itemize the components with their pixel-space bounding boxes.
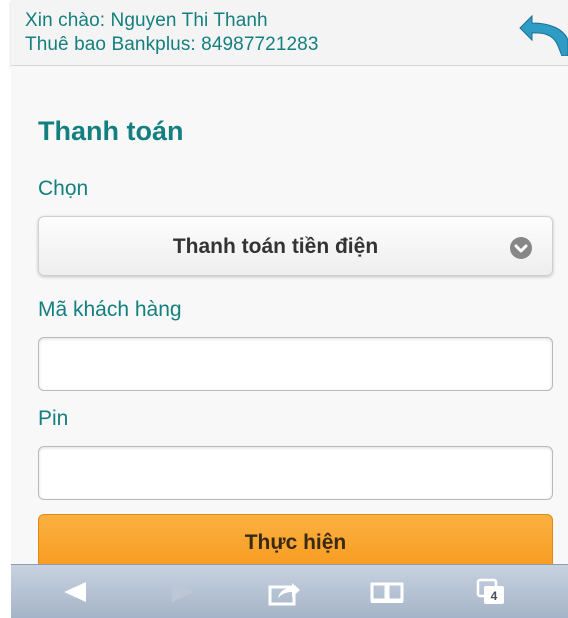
form-panel: Thanh toán Chọn Thanh toán tiền điện Mã … [11,66,568,574]
browser-toolbar: 4 [11,564,568,618]
select-value: Thanh toán tiền điện [172,235,379,258]
service-select[interactable]: Thanh toán tiền điện [38,216,553,276]
header: Xin chào: Nguyen Thi Thanh Thuê bao Bank… [11,0,568,66]
bookmarks-button[interactable] [357,565,417,618]
forward-button[interactable] [153,565,213,618]
page-title: Thanh toán [38,116,184,146]
customer-code-input[interactable] [38,337,553,391]
back-arrow-icon[interactable] [518,10,568,56]
customer-code-label: Mã khách hàng [38,298,182,321]
tabs-button[interactable]: 4 [461,565,521,618]
share-icon [268,583,300,606]
greeting-text: Xin chào: Nguyen Thi Thanh [25,10,268,31]
subscriber-text: Thuê bao Bankplus: 84987721283 [25,34,319,55]
pin-label: Pin [38,407,69,430]
share-button[interactable] [255,565,315,618]
select-label: Chọn [38,177,89,200]
forward-icon [172,582,194,602]
back-button[interactable] [45,565,105,618]
bookmarks-icon [370,582,404,603]
tab-count: 4 [491,589,498,603]
pin-input[interactable] [38,446,553,500]
tabs-icon: 4 [476,578,504,604]
back-icon [64,582,86,602]
chevron-down-icon [510,237,532,259]
